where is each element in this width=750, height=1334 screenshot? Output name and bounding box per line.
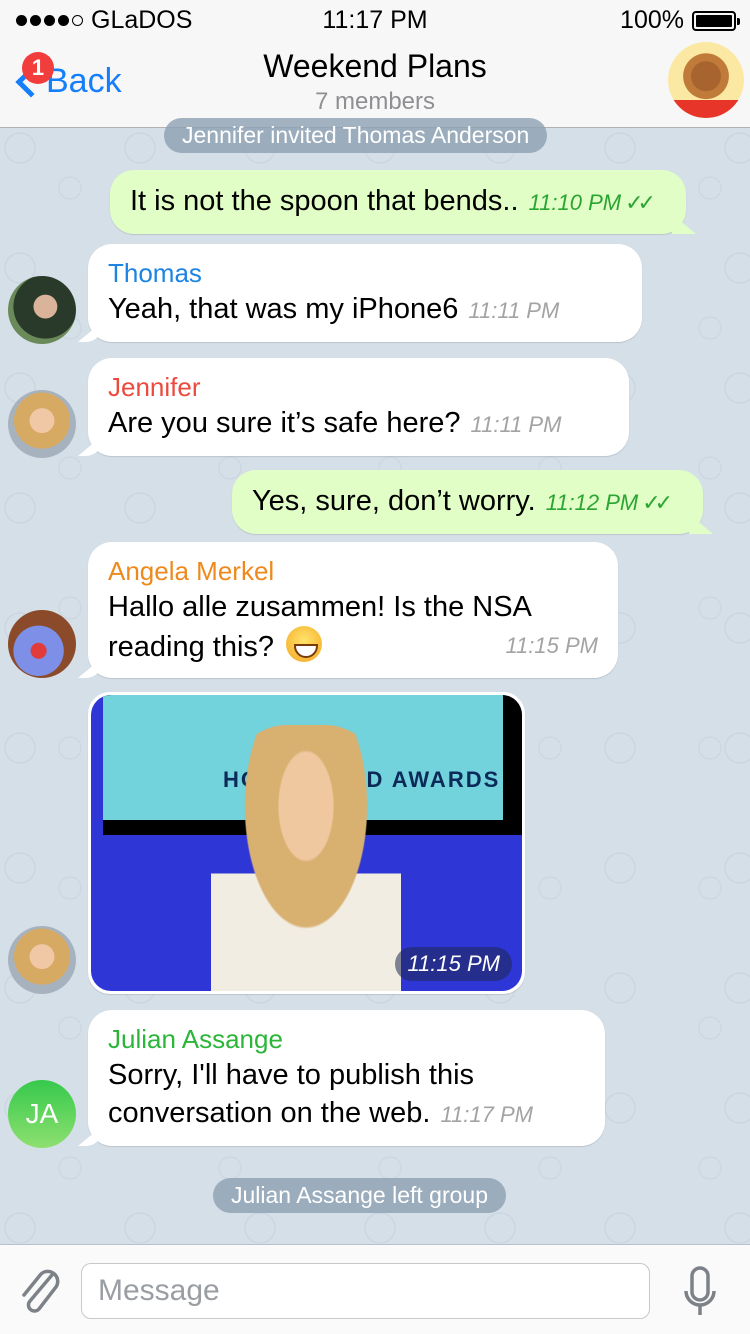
battery-icon (692, 10, 740, 31)
message-text: Are you sure it’s safe here? (108, 407, 461, 439)
battery-info: 100% (620, 6, 740, 35)
avatar-julian-assange[interactable]: JA (8, 1080, 76, 1148)
sender-name: Jennifer (108, 372, 201, 402)
incoming-message[interactable]: Jennifer Are you sure it’s safe here? 11:… (88, 358, 629, 456)
system-message: Julian Assange left group (213, 1178, 507, 1213)
message-text-line: Hallo alle zusammen! Is the NSA (108, 591, 532, 623)
photo-image[interactable]: HOLLYWOOD AWARDS 11:15 PM (91, 695, 522, 991)
avatar-jennifer[interactable] (8, 926, 76, 994)
message-time: 11:11 PM (468, 298, 560, 323)
message-text: Yes, sure, don’t worry. (252, 485, 536, 517)
message-time: 11:12 PM (545, 490, 639, 515)
sender-name: Angela Merkel (108, 556, 275, 586)
outgoing-message[interactable]: Yes, sure, don’t worry. 11:12 PM ✓✓ (232, 470, 704, 534)
message-input[interactable] (81, 1263, 650, 1319)
sender-name: Thomas (108, 258, 202, 288)
status-bar: GLaDOS 11:17 PM 100% (0, 0, 750, 40)
photo-person (211, 725, 401, 991)
message-time: 11:11 PM (470, 412, 562, 437)
read-receipt-icon: ✓✓ (625, 190, 656, 215)
navigation-bar: Back 1 Weekend Plans 7 members (0, 40, 750, 128)
grinning-face-icon (286, 626, 323, 662)
photo-message[interactable]: HOLLYWOOD AWARDS 11:15 PM (88, 692, 525, 994)
battery-percent: 100% (620, 6, 684, 34)
message-text-line: reading this? (108, 631, 275, 663)
message-time: 11:15 PM (395, 947, 512, 981)
message-time: 11:10 PM (528, 190, 622, 215)
message-text: It is not the spoon that bends.. (130, 185, 519, 217)
member-count: 7 members (314, 88, 436, 115)
chat-title[interactable]: Weekend Plans (0, 48, 750, 85)
system-message: Jennifer invited Thomas Anderson (164, 118, 548, 153)
avatar-angela-merkel[interactable] (8, 610, 76, 678)
avatar-initials: JA (25, 1098, 59, 1129)
message-time: 11:17 PM (440, 1102, 533, 1127)
microphone-icon[interactable] (682, 1265, 718, 1317)
message-input-bar (0, 1244, 750, 1334)
message-text: Yeah, that was my iPhone6 (108, 293, 459, 325)
message-text-line: Sorry, I'll have to publish this (108, 1059, 475, 1091)
outgoing-message[interactable]: It is not the spoon that bends.. 11:10 PM… (110, 170, 686, 234)
incoming-message[interactable]: Angela Merkel Hallo alle zusammen! Is th… (88, 542, 618, 678)
message-time: 11:15 PM (505, 633, 598, 658)
incoming-message[interactable]: Julian Assange Sorry, I'll have to publi… (88, 1010, 605, 1146)
message-text-line: conversation on the web. (108, 1097, 431, 1129)
incoming-message[interactable]: Thomas Yeah, that was my iPhone6 11:11 PM (88, 244, 642, 342)
read-receipt-icon: ✓✓ (642, 490, 673, 515)
sender-name: Julian Assange (108, 1024, 283, 1054)
avatar-thomas[interactable] (8, 276, 76, 344)
paperclip-icon[interactable] (16, 1265, 62, 1315)
avatar-jennifer[interactable] (8, 390, 76, 458)
group-avatar[interactable] (668, 42, 744, 118)
